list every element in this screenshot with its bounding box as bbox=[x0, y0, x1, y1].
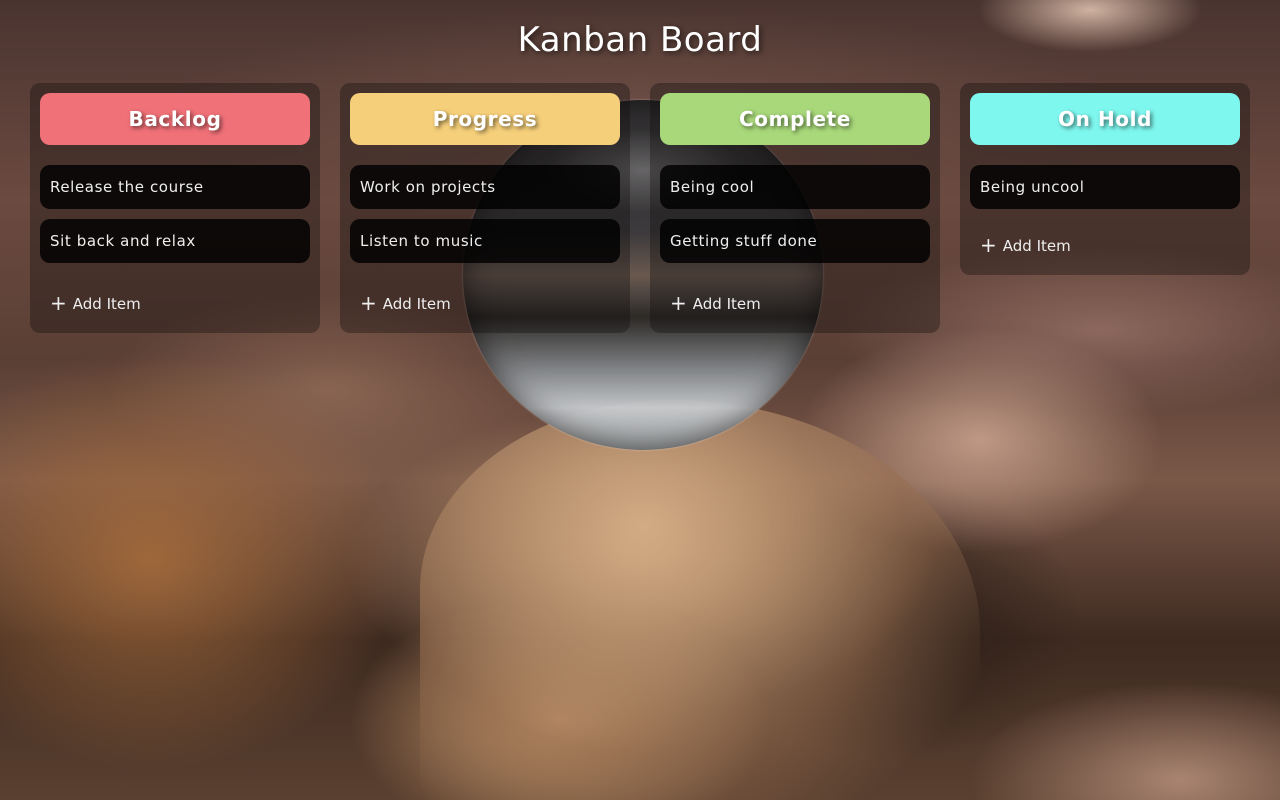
list-item[interactable]: Being cool bbox=[660, 165, 930, 209]
column-items-progress: Work on projects Listen to music bbox=[350, 165, 620, 263]
list-item[interactable]: Work on projects bbox=[350, 165, 620, 209]
column-complete: Complete Being cool Getting stuff done +… bbox=[650, 83, 940, 333]
column-progress: Progress Work on projects Listen to musi… bbox=[340, 83, 630, 333]
column-items-on-hold: Being uncool bbox=[970, 165, 1240, 209]
kanban-app: Kanban Board Backlog Release the course … bbox=[0, 0, 1280, 800]
plus-icon: + bbox=[980, 233, 997, 257]
column-items-backlog: Release the course Sit back and relax bbox=[40, 165, 310, 263]
add-item-label: Add Item bbox=[1002, 237, 1071, 255]
column-header-on-hold: On Hold bbox=[970, 93, 1240, 145]
kanban-board: Backlog Release the course Sit back and … bbox=[30, 83, 1250, 333]
plus-icon: + bbox=[670, 291, 687, 315]
column-on-hold: On Hold Being uncool + Add Item bbox=[960, 83, 1250, 275]
list-item[interactable]: Getting stuff done bbox=[660, 219, 930, 263]
column-header-backlog: Backlog bbox=[40, 93, 310, 145]
add-item-button-on-hold[interactable]: + Add Item bbox=[970, 231, 1240, 261]
add-item-label: Add Item bbox=[72, 295, 141, 313]
add-item-label: Add Item bbox=[382, 295, 451, 313]
column-items-complete: Being cool Getting stuff done bbox=[660, 165, 930, 263]
plus-icon: + bbox=[50, 291, 67, 315]
plus-icon: + bbox=[360, 291, 377, 315]
list-item[interactable]: Release the course bbox=[40, 165, 310, 209]
list-item[interactable]: Being uncool bbox=[970, 165, 1240, 209]
column-backlog: Backlog Release the course Sit back and … bbox=[30, 83, 320, 333]
add-item-label: Add Item bbox=[692, 295, 761, 313]
add-item-button-backlog[interactable]: + Add Item bbox=[40, 289, 310, 319]
page-title: Kanban Board bbox=[517, 20, 763, 60]
list-item[interactable]: Sit back and relax bbox=[40, 219, 310, 263]
column-header-complete: Complete bbox=[660, 93, 930, 145]
add-item-button-progress[interactable]: + Add Item bbox=[350, 289, 620, 319]
add-item-button-complete[interactable]: + Add Item bbox=[660, 289, 930, 319]
column-header-progress: Progress bbox=[350, 93, 620, 145]
list-item[interactable]: Listen to music bbox=[350, 219, 620, 263]
